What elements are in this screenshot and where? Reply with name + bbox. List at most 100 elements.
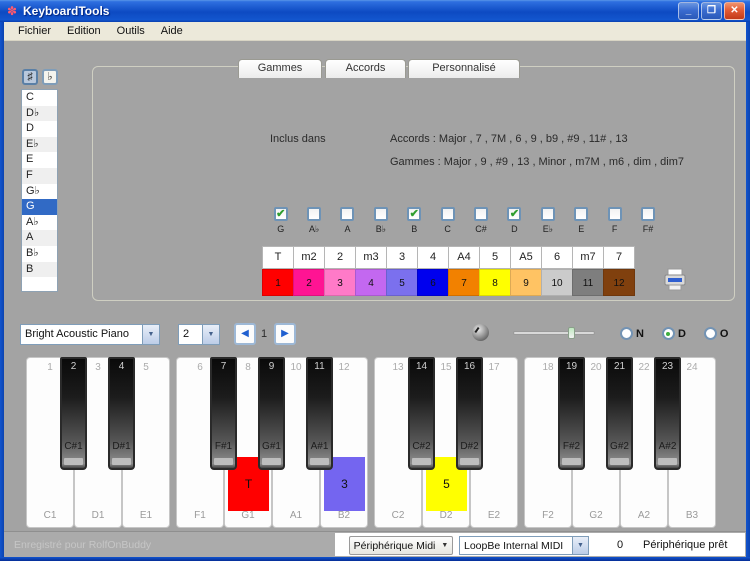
list-item-empty[interactable] (22, 277, 57, 291)
flat-toggle-button[interactable]: ♭ (42, 69, 58, 85)
key-name: G1 (241, 510, 255, 521)
slider-thumb[interactable] (568, 327, 575, 339)
list-item-note-G[interactable]: G (22, 199, 57, 215)
chevron-down-icon[interactable]: ▼ (142, 325, 159, 344)
checkbox-label: F (611, 224, 618, 234)
black-key-C#1[interactable]: 2 C#1 (60, 357, 87, 470)
key-name: A#1 (310, 441, 329, 452)
interval-cell: 6 (541, 246, 573, 269)
checkbox-label: A (344, 224, 351, 234)
instrument-select[interactable]: Bright Acoustic Piano ▼ (20, 324, 160, 345)
volume-knob[interactable] (472, 324, 489, 341)
black-key-D#2[interactable]: 16 D#2 (456, 357, 483, 470)
window-frame (746, 22, 750, 561)
tab-gammes[interactable]: Gammes (238, 59, 322, 78)
list-item-note-A♭[interactable]: A♭ (22, 215, 57, 231)
checkbox-note-E♭[interactable] (540, 207, 555, 221)
next-page-button[interactable]: ▶ (274, 323, 296, 345)
key-number: 16 (463, 361, 476, 372)
list-item-note-C[interactable]: C (22, 90, 57, 106)
minimize-button[interactable]: _ (678, 2, 699, 20)
list-item-note-E♭[interactable]: E♭ (22, 136, 57, 153)
sharp-toggle-button[interactable]: ♯ (22, 69, 38, 85)
status-bar: Enregistré pour RolfOnBuddy Périphérique… (4, 531, 746, 557)
checkbox-note-A[interactable] (340, 207, 355, 221)
note-check-column: F (598, 207, 631, 235)
radio-label: N (636, 327, 644, 340)
title-bar[interactable]: ✽ KeyboardTools _ ❐ ✕ (0, 0, 750, 22)
list-item-note-B[interactable]: B (22, 261, 57, 278)
midi-device-button[interactable]: Périphérique Midi ▼ (349, 536, 453, 555)
list-item-note-A[interactable]: A (22, 230, 57, 246)
degree-cell: 8 (479, 269, 511, 296)
midi-status-panel: Périphérique Midi ▼ LoopBe Internal MIDI… (335, 533, 745, 556)
checkbox-note-A♭[interactable] (307, 207, 322, 221)
black-key-lip (262, 458, 281, 465)
previous-page-button[interactable]: ◀ (234, 323, 256, 345)
black-key-lip (658, 458, 677, 465)
volume-slider[interactable] (513, 327, 595, 339)
checkbox-note-D[interactable]: ✔ (507, 207, 522, 221)
key-name: D2 (439, 510, 453, 521)
checkbox-note-E[interactable] (574, 207, 589, 221)
list-item-note-E[interactable]: E (22, 152, 57, 168)
key-name: A2 (637, 510, 651, 521)
display-mode-radios: NDO (620, 327, 728, 340)
radio-o[interactable]: O (703, 327, 729, 340)
chevron-down-icon[interactable]: ▼ (572, 537, 588, 554)
checkbox-note-F#[interactable] (640, 207, 655, 221)
degree-cell: 1 (262, 269, 294, 296)
menu-item-fichier[interactable]: Fichier (10, 23, 59, 39)
midi-device-select[interactable]: LoopBe Internal MIDI ▼ (459, 536, 589, 555)
black-key-C#2[interactable]: 14 C#2 (408, 357, 435, 470)
note-check-column: ✔ B (398, 207, 431, 235)
menu-item-edition[interactable]: Edition (59, 23, 109, 39)
black-key-A#2[interactable]: 23 A#2 (654, 357, 681, 470)
octave-value: 2 (183, 328, 190, 340)
checkbox-note-B[interactable]: ✔ (407, 207, 422, 221)
piano-keyboard: 1 C1 3 D1 5 E1 6 F1 8 G1 T 10 A1 12 B2 3 13 C2 15 D2 5 17 E2 18… (26, 357, 718, 528)
close-button[interactable]: ✕ (724, 2, 745, 20)
chevron-down-icon[interactable]: ▼ (202, 325, 219, 344)
checkbox-note-B♭[interactable] (373, 207, 388, 221)
print-button[interactable] (660, 267, 690, 293)
black-key-F#2[interactable]: 19 F#2 (558, 357, 585, 470)
white-key-group: 13 C2 15 D2 5 17 E2 (374, 357, 518, 528)
list-item-note-B♭[interactable]: B♭ (22, 246, 57, 262)
tab-accords[interactable]: Accords (325, 59, 406, 78)
key-name: C#1 (64, 441, 83, 452)
radio-label: O (719, 327, 729, 340)
maximize-button[interactable]: ❐ (701, 2, 722, 20)
checkbox-note-G[interactable]: ✔ (273, 207, 288, 221)
list-item-note-D[interactable]: D (22, 121, 57, 137)
menu-item-outils[interactable]: Outils (109, 23, 153, 39)
checkbox-note-F[interactable] (607, 207, 622, 221)
radio-dot (620, 327, 633, 340)
radio-n[interactable]: N (620, 327, 644, 340)
midi-counter: 0 (617, 539, 624, 551)
black-key-A#1[interactable]: 11 A#1 (306, 357, 333, 470)
key-name: A#2 (658, 441, 677, 452)
checkbox-note-C[interactable] (440, 207, 455, 221)
black-key-G#1[interactable]: 9 G#1 (258, 357, 285, 470)
root-note-list[interactable]: C D♭ D E♭ E F G♭ G A♭ A B♭ B (21, 89, 58, 292)
key-number: 9 (268, 361, 275, 372)
black-key-D#1[interactable]: 4 D#1 (108, 357, 135, 470)
black-key-G#2[interactable]: 21 G#2 (606, 357, 633, 470)
key-name: D#2 (460, 441, 479, 452)
list-item-note-D♭[interactable]: D♭ (22, 105, 57, 122)
black-key-F#1[interactable]: 7 F#1 (210, 357, 237, 470)
note-check-column: C (431, 207, 464, 235)
menu-item-aide[interactable]: Aide (153, 23, 191, 39)
list-item-note-G♭[interactable]: G♭ (22, 184, 57, 200)
black-key-lip (112, 458, 131, 465)
degree-cell: 9 (510, 269, 542, 296)
list-item-note-F[interactable]: F (22, 167, 57, 184)
tab-personnalisé[interactable]: Personnalisé (408, 59, 520, 78)
key-name: G2 (589, 510, 603, 521)
octave-select[interactable]: 2 ▼ (178, 324, 220, 345)
checkbox-note-C#[interactable] (474, 207, 489, 221)
key-name: F2 (542, 510, 554, 521)
radio-d[interactable]: D (661, 327, 686, 340)
note-check-column: ✔ G (264, 207, 297, 235)
